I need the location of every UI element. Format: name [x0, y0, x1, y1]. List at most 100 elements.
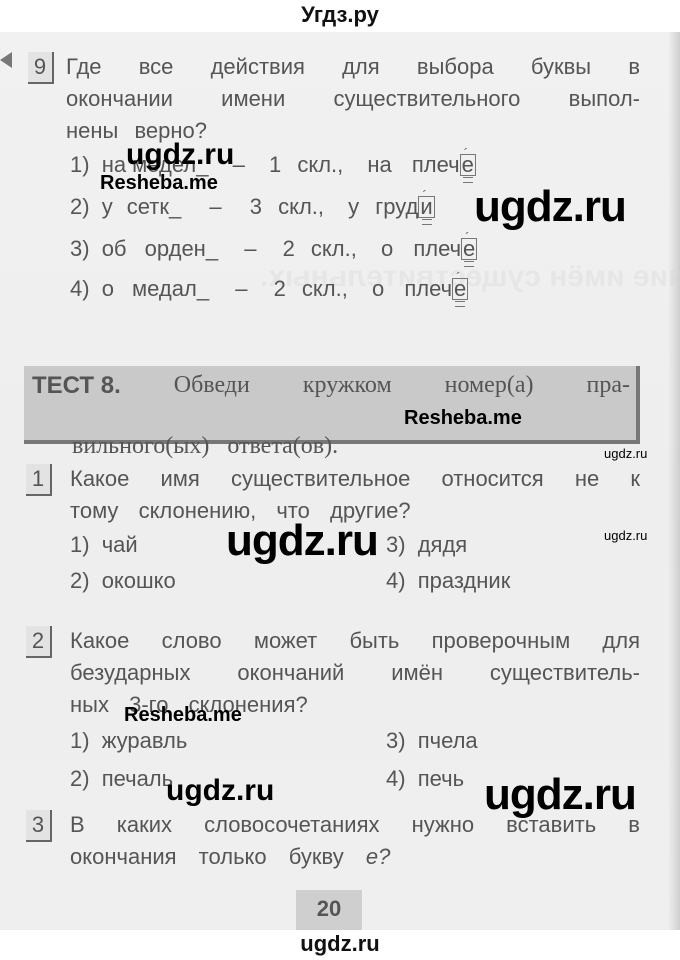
watermark-text: ugdz.ru	[166, 774, 275, 807]
word: каких	[116, 812, 173, 837]
watermark-resheba: Resheba.me	[100, 172, 218, 195]
watermark-resheba: Resheba.me	[124, 704, 242, 727]
highlighted-ending: ´ е	[459, 145, 476, 183]
word: для	[602, 628, 640, 653]
option-label: 2)	[70, 568, 90, 593]
option-check-word: у груд	[348, 194, 419, 219]
word: ных	[70, 692, 109, 717]
word: относится	[441, 466, 544, 491]
option-phrase: о медал_	[101, 276, 210, 301]
stress-mark: ´	[465, 229, 470, 245]
word: существитель-	[489, 660, 640, 685]
option-check-word: на плеч	[367, 152, 460, 177]
word: выбора	[416, 54, 494, 79]
word: не	[574, 466, 600, 491]
watermark-text: ugdz.ru	[226, 516, 379, 565]
answer-option[interactable]: 2) окошко	[70, 568, 176, 594]
option-label: 4)	[386, 568, 406, 593]
word: тому	[70, 498, 119, 523]
answer-option[interactable]: 2) печаль	[70, 766, 173, 792]
arrow-marker-icon	[0, 52, 12, 68]
answer-option[interactable]: 4) о медал_ – 2 скл., о плеч ´ е	[70, 269, 530, 307]
site-footer: ugdz.ru	[0, 930, 680, 960]
question-2-line-1: Какое слово может быть проверочным для	[70, 628, 640, 654]
option-text: праздник	[417, 568, 511, 593]
question-number: 2	[31, 628, 45, 653]
watermark-ugdz: ugdz.ru	[126, 138, 234, 172]
word: действия	[210, 54, 305, 79]
highlighted-ending: ´ е	[461, 229, 478, 267]
watermark-ugdz: ugdz.ru	[226, 516, 379, 566]
option-text: чай	[101, 532, 138, 557]
question-2-line-2: безударных окончаний имён существитель-	[70, 660, 640, 686]
option-text: печаль	[101, 766, 174, 791]
answer-option[interactable]: 3) об орден_ – 2 скл., о плеч ´ е	[70, 229, 530, 267]
option-phrase: у сетк_	[101, 194, 182, 219]
option-text: печь	[417, 766, 465, 791]
question-number-box: 9	[28, 52, 54, 84]
option-text: дядя	[417, 532, 468, 557]
option-text: пчела	[417, 728, 478, 753]
question-number: 3	[31, 812, 45, 837]
answer-option[interactable]: 4) праздник	[386, 568, 510, 594]
option-dash: –	[232, 152, 245, 177]
question-number: 1	[31, 466, 45, 491]
option-phrase: об орден_	[101, 236, 219, 261]
question-3-line-2: окончания только букву е?	[70, 844, 390, 870]
word: имён	[391, 660, 443, 685]
test-banner-line-1: ТЕСТ 8. Обведи кружком номер(а) пра-	[32, 372, 630, 400]
word: словосочетаниях	[204, 812, 380, 837]
test-instruction-end: вильного(ых) ответа(ов).	[72, 433, 339, 459]
word: е?	[365, 844, 391, 869]
highlighted-ending: ´ и	[418, 187, 435, 225]
word: имени	[221, 86, 286, 111]
word: пра-	[586, 372, 630, 398]
question-number-box: 1	[26, 464, 52, 496]
watermark-text: ugdz.ru	[604, 446, 648, 461]
option-check-word: о плеч	[380, 236, 462, 261]
test-title: ТЕСТ 8.	[32, 372, 121, 399]
answer-option[interactable]: 3) дядя	[386, 532, 467, 558]
site-title: Угдз.ру	[301, 2, 379, 27]
word: все	[138, 54, 174, 79]
stress-mark: ´	[456, 269, 461, 285]
option-dash: –	[209, 194, 222, 219]
word: существительное	[230, 466, 411, 491]
answer-option[interactable]: 1) журавль	[70, 728, 187, 754]
watermark-ugdz: ugdz.ru	[166, 774, 274, 808]
option-declension: 3 скл.,	[249, 194, 325, 219]
stress-mark: ´	[463, 145, 469, 161]
watermark-ugdz: ugdz.ru	[474, 182, 627, 232]
watermark-ugdz-small: ugdz.ru	[604, 528, 647, 543]
answer-option[interactable]: 2) у сетк_ – 3 скл., у груд ´ и	[70, 187, 530, 225]
option-label: 1)	[70, 152, 90, 177]
option-check-word: о плеч	[371, 276, 453, 301]
word: В	[70, 812, 85, 837]
option-label: 4)	[386, 766, 406, 791]
answer-option[interactable]: 1) чай	[70, 532, 138, 558]
test-banner: ТЕСТ 8. Обведи кружком номер(а) пра- вил…	[24, 366, 640, 459]
word: к	[630, 466, 640, 491]
page-number: 20	[296, 890, 362, 930]
watermark-text: Resheba.me	[100, 172, 218, 194]
word: нены	[66, 118, 119, 143]
question-number-box: 2	[26, 626, 52, 658]
option-declension: 2 скл.,	[282, 236, 357, 261]
word: безударных	[70, 660, 191, 685]
word: кружком	[302, 372, 392, 398]
word: Где	[66, 54, 102, 79]
answer-option[interactable]: 3) пчела	[386, 728, 478, 754]
word: Какое	[70, 466, 130, 491]
footer-url: ugdz.ru	[300, 931, 380, 956]
option-label: 4)	[70, 276, 90, 301]
site-header: Угдз.ру	[0, 0, 680, 32]
watermark-text: Resheba.me	[404, 407, 522, 429]
word: выпол-	[568, 86, 640, 111]
word: Какое	[70, 628, 130, 653]
word: буквы	[530, 54, 592, 79]
word: быть	[349, 628, 400, 653]
answer-option[interactable]: 4) печь	[386, 766, 464, 792]
option-declension: 1 скл.,	[268, 152, 344, 177]
word: слово	[161, 628, 222, 653]
question-1-line-1: Какое имя существительное относится не к	[70, 466, 640, 492]
